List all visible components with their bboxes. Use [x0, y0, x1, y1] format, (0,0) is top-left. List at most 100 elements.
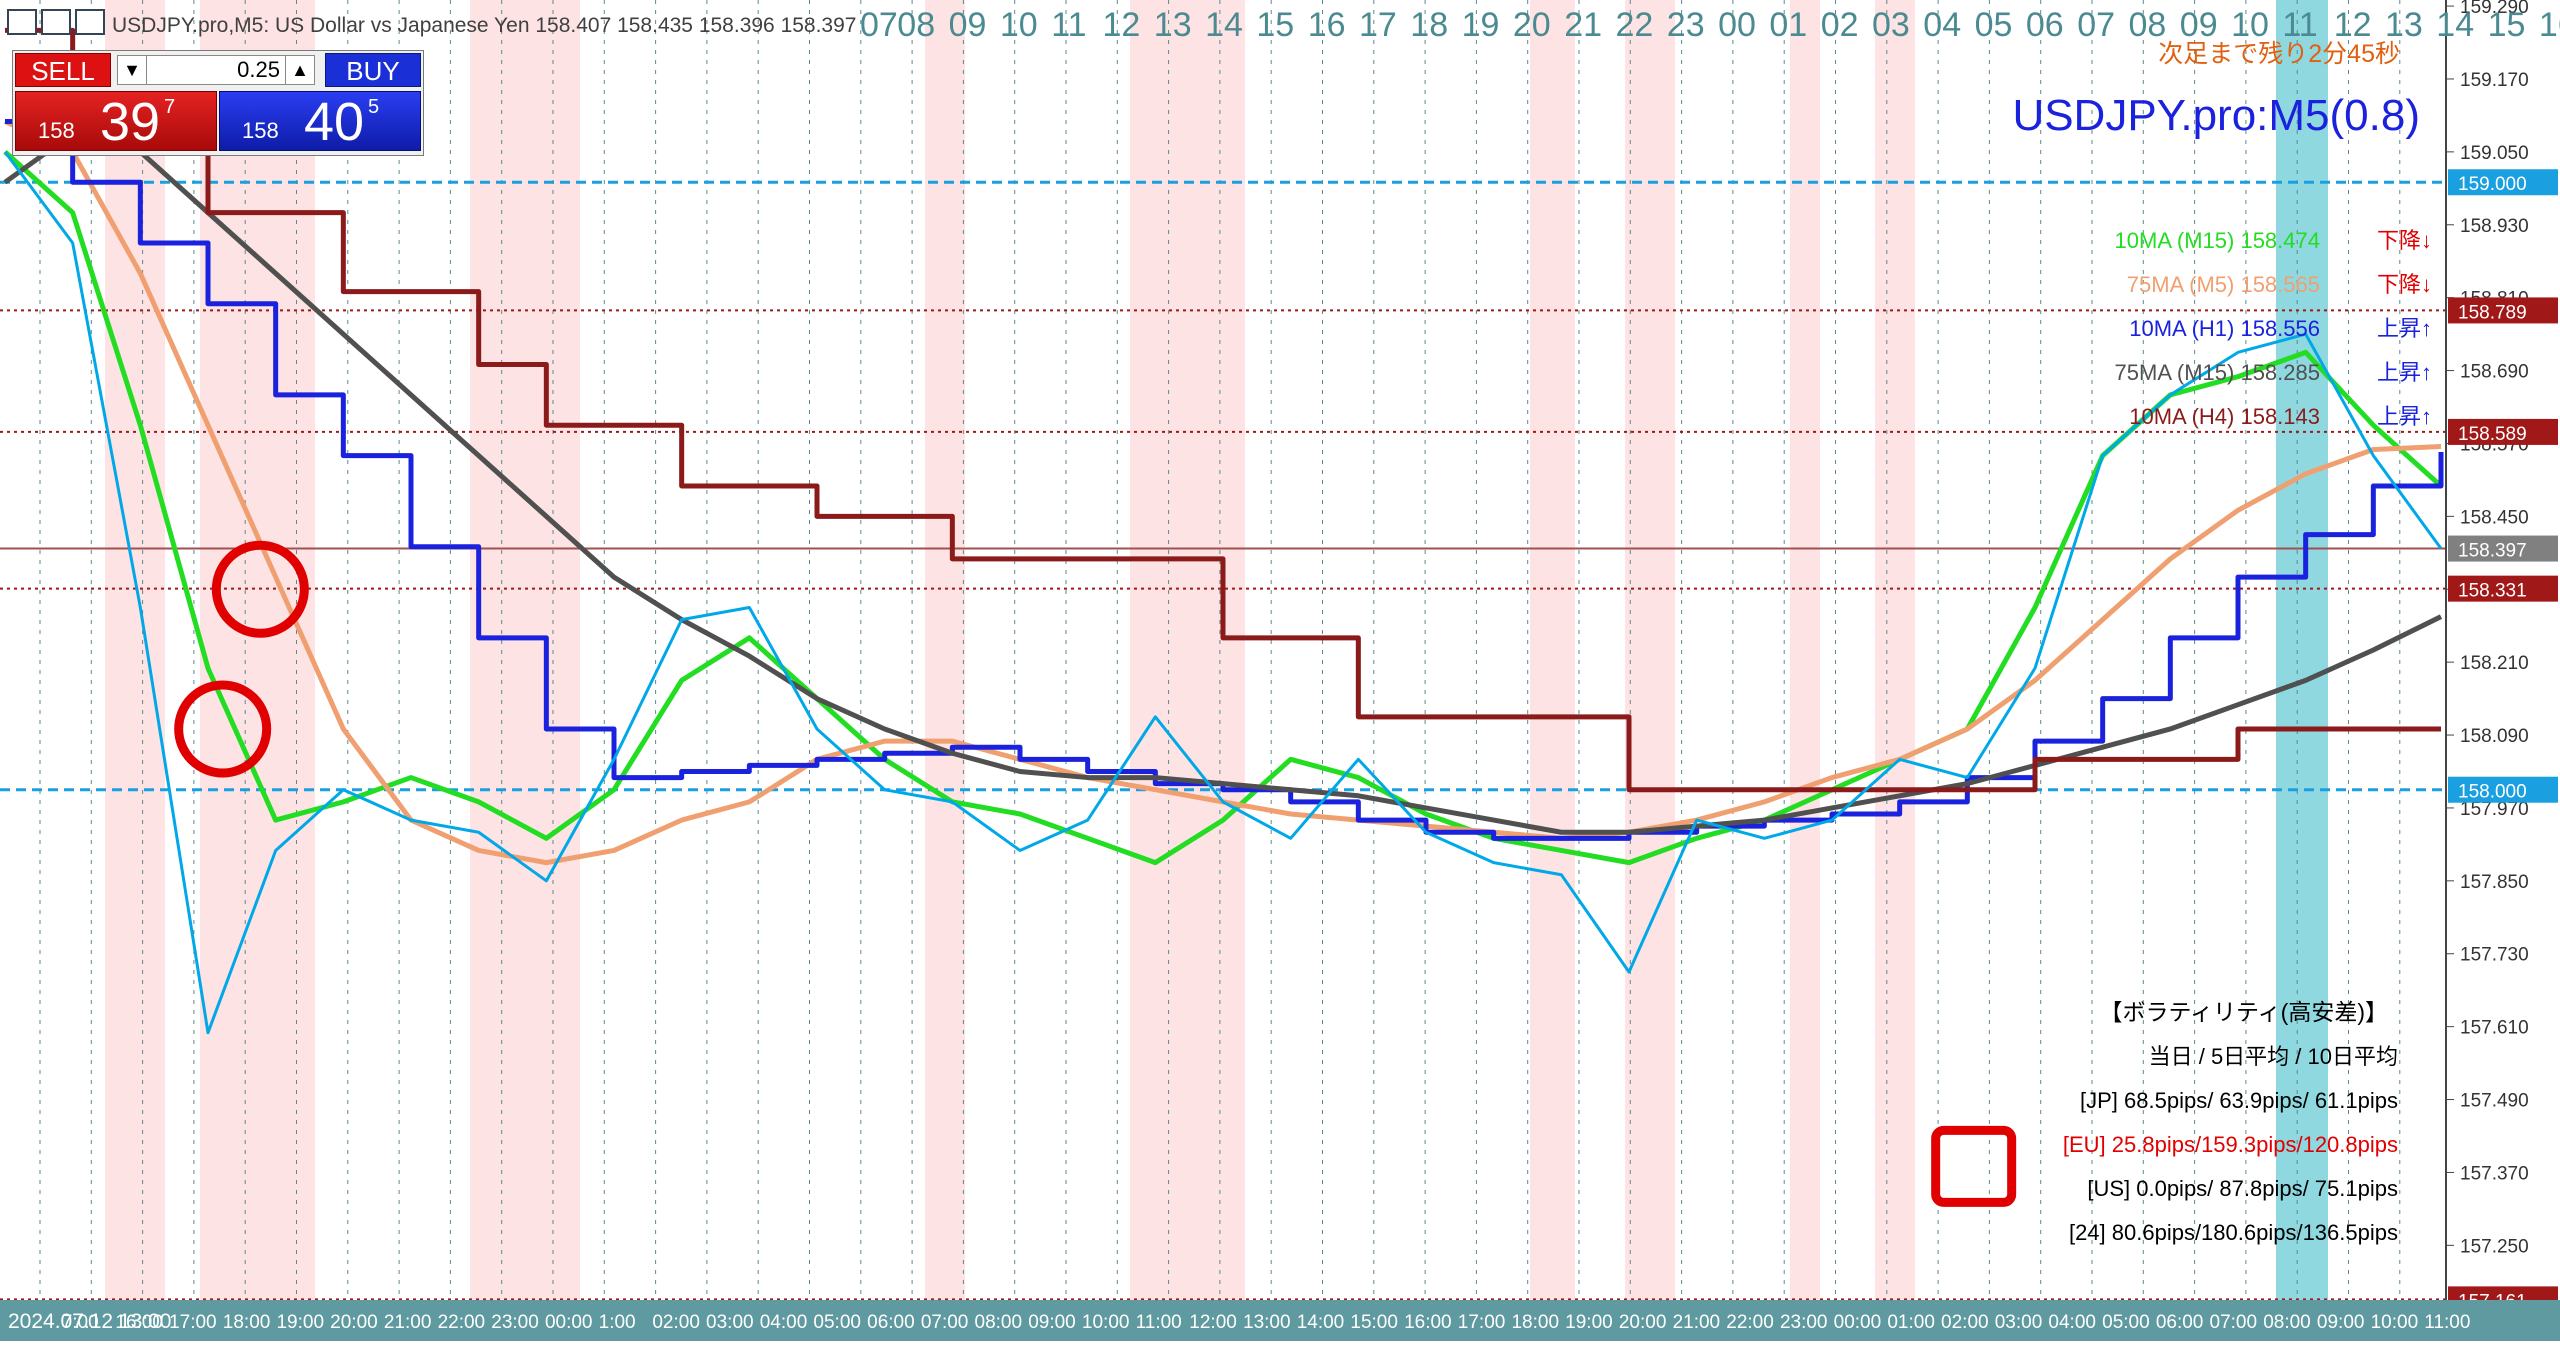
volatility-title: 【ボラティリティ(高安差)】: [2099, 999, 2388, 1025]
hour-label: 13: [1154, 6, 1192, 44]
menu-icon[interactable]: [7, 9, 37, 35]
session-band: [105, 0, 165, 1300]
chart-area[interactable]: 159.290159.170159.050158.930158.810158.6…: [0, 0, 2560, 1341]
top-hour-scale: 07 08 09 10 11 12 13 14 15 16 17 18 19 20 21 22 23 00 01 02…: [860, 6, 2560, 44]
session-band: [200, 0, 315, 1300]
time-label: 08:00: [2263, 1312, 2311, 1333]
ma-label: 75MA (M5) 158.565: [2127, 272, 2320, 297]
time-label: 20:00: [1619, 1312, 1667, 1333]
price-chart[interactable]: 159.290159.170159.050158.930158.810158.6…: [0, 0, 2560, 1341]
time-axis: 2024.07.12 13:007:00 16:00 17:00 18:00 19:00…: [0, 1300, 2560, 1341]
annotation-square: [1931, 1125, 2017, 1207]
time-label: 11:00: [2424, 1312, 2470, 1333]
time-label: 07:00: [2210, 1312, 2258, 1333]
time-label: 11:00: [1136, 1312, 1182, 1333]
lot-down-icon[interactable]: ▼: [118, 56, 147, 84]
session-band: [1530, 0, 1575, 1300]
ask-sup: 5: [368, 96, 380, 118]
time-label: 16:00: [115, 1312, 163, 1333]
hour-label: 10: [2231, 6, 2269, 44]
hour-label: 18: [1410, 6, 1448, 44]
one-click-trade-panel: SELL ▼ 0.25 ▲ BUY 158 39 7 158 40 5: [12, 50, 424, 156]
time-label: 09:00: [2317, 1312, 2365, 1333]
ma-trend-label: 上昇↑: [2377, 404, 2432, 429]
time-label: 02:00: [1941, 1312, 1989, 1333]
time-label: 23:00: [491, 1312, 539, 1333]
volatility-subtitle: 当日 / 5日平均 / 10日平均: [2149, 1044, 2398, 1069]
session-band: [925, 0, 965, 1300]
time-label: 19:00: [1565, 1312, 1613, 1333]
time-label: 23:00: [1780, 1312, 1828, 1333]
hour-label: 12: [1103, 6, 1141, 44]
time-label: 10:00: [1082, 1312, 1130, 1333]
time-label: 17:00: [1458, 1312, 1506, 1333]
lot-size-value[interactable]: 0.25: [237, 56, 280, 84]
price-tick-label: 157.250: [2460, 1236, 2529, 1257]
time-label: 14:00: [1297, 1312, 1345, 1333]
hour-label: 16: [2539, 6, 2560, 44]
hour-label: 22: [1616, 6, 1654, 44]
price-tag-label: 159.000: [2458, 174, 2527, 195]
hour-label: 15: [1256, 6, 1294, 44]
time-label: 00:00: [545, 1312, 593, 1333]
time-label: 18:00: [223, 1312, 271, 1333]
price-tick-label: 158.090: [2460, 726, 2529, 747]
hour-label: 10: [1000, 6, 1038, 44]
session-band: [1875, 0, 1915, 1300]
ask-price-button[interactable]: 158 40 5: [219, 91, 421, 152]
hour-label: 15: [2488, 6, 2526, 44]
time-label: 10:00: [2371, 1312, 2419, 1333]
time-label: 00:00: [1834, 1312, 1882, 1333]
hour-label: 06: [2026, 6, 2064, 44]
session-band: [470, 0, 580, 1300]
time-label: 03:00: [1995, 1312, 2043, 1333]
time-label: 05:00: [2102, 1312, 2150, 1333]
time-label: 02:00: [652, 1312, 700, 1333]
session-band: [1625, 0, 1675, 1300]
volatility-row: [24] 80.6pips/180.6pips/136.5pips: [2069, 1220, 2398, 1245]
sell-button[interactable]: SELL: [15, 53, 111, 87]
time-label: 12:00: [1189, 1312, 1237, 1333]
ma-label: 10MA (H1) 158.556: [2129, 316, 2320, 341]
hour-label: 19: [1462, 6, 1500, 44]
price-tick-label: 157.730: [2460, 945, 2529, 966]
hour-label: 04: [1923, 6, 1961, 44]
hour-label: 16: [1308, 6, 1346, 44]
hour-label: 13: [2385, 6, 2423, 44]
lot-up-icon[interactable]: ▲: [285, 56, 314, 84]
time-label: 20:00: [330, 1312, 378, 1333]
time-label: 22:00: [438, 1312, 486, 1333]
buy-button[interactable]: BUY: [325, 53, 421, 87]
hour-label: 08: [897, 6, 935, 44]
price-tick-label: 157.850: [2460, 872, 2529, 893]
bid-price-button[interactable]: 158 39 7: [15, 91, 217, 152]
time-label: 05:00: [813, 1312, 861, 1333]
price-tag-label: 158.331: [2458, 581, 2527, 602]
hour-label: 07: [2077, 6, 2115, 44]
lot-size-field[interactable]: ▼ 0.25 ▲: [117, 55, 315, 85]
hour-label: 05: [1975, 6, 2013, 44]
hour-label: 09: [2180, 6, 2218, 44]
hour-label: 14: [2436, 6, 2474, 44]
session-shading: [105, 0, 2328, 1300]
time-label: 04:00: [2048, 1312, 2096, 1333]
hour-label: 23: [1667, 6, 1705, 44]
ma-trend-label: 上昇↑: [2377, 316, 2432, 341]
price-tag-label: 158.789: [2458, 302, 2527, 323]
hour-label: 20: [1513, 6, 1551, 44]
price-tick-label: 159.170: [2460, 70, 2529, 91]
session-band: [1790, 0, 1820, 1300]
expand-icon[interactable]: [41, 9, 71, 35]
close-icon[interactable]: [75, 9, 105, 35]
hour-label: 00: [1718, 6, 1756, 44]
ma-trend-label: 下降↓: [2377, 228, 2432, 253]
hour-label: 01: [1769, 6, 1807, 44]
price-tag-label: 158.000: [2458, 782, 2527, 803]
hour-label: 07: [860, 6, 898, 44]
countdown-label: 次足まで残り2分45秒: [2158, 40, 2400, 68]
bid-big: 39: [100, 92, 161, 152]
hour-label: 02: [1821, 6, 1859, 44]
symbol-label: USDJPY.pro:M5(0.8): [2012, 91, 2420, 140]
price-tick-label: 158.210: [2460, 653, 2529, 674]
annotations: [174, 540, 2017, 1207]
